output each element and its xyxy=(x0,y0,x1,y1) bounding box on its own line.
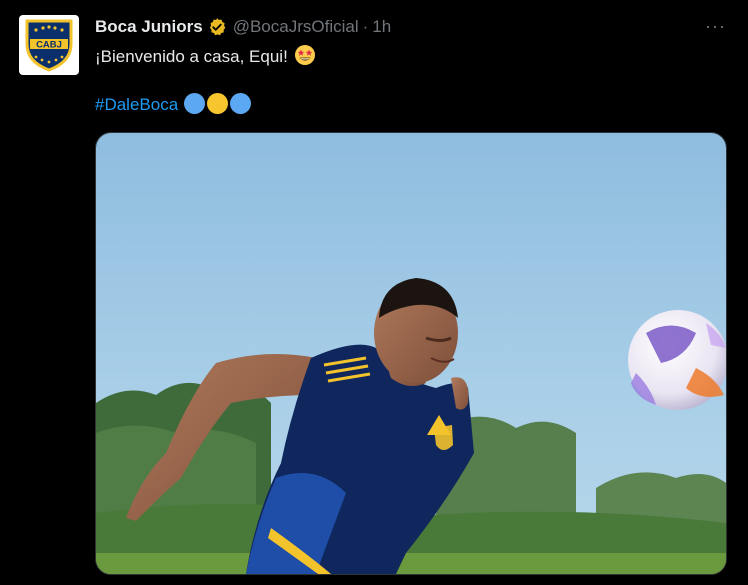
more-options-icon[interactable]: ··· xyxy=(705,16,726,37)
separator-dot: · xyxy=(362,17,369,36)
star-struck-emoji-icon xyxy=(294,44,316,72)
tweet-text-line: ¡Bienvenido a casa, Equi! xyxy=(95,44,316,72)
boca-crest-logo: CABJ xyxy=(25,19,73,72)
author-handle[interactable]: @BocaJrsOficial xyxy=(233,17,359,37)
yellow-circle-icon xyxy=(207,93,229,114)
blue-circle-icon xyxy=(230,93,252,114)
tweet-header: Boca Juniors @BocaJrsOficial · 1h xyxy=(95,15,728,39)
avatar[interactable]: CABJ xyxy=(19,15,79,75)
tweet-photo[interactable] xyxy=(95,132,727,575)
author-name[interactable]: Boca Juniors xyxy=(95,17,203,37)
verified-badge-icon[interactable] xyxy=(207,17,227,37)
tweet-timestamp[interactable]: 1h xyxy=(372,17,391,37)
soccer-ball xyxy=(628,310,726,410)
crest-text: CABJ xyxy=(36,40,62,51)
hashtag-link[interactable]: #DaleBoca xyxy=(95,95,178,114)
blue-circle-icon xyxy=(184,93,206,114)
hashtag-emojis xyxy=(184,93,252,114)
player-photo-image xyxy=(96,133,726,574)
hashtag-line: #DaleBoca xyxy=(95,93,252,116)
tweet-text: ¡Bienvenido a casa, Equi! xyxy=(95,47,288,66)
tweet[interactable]: CABJ Boca Juniors @BocaJrsOficial · 1h ·… xyxy=(0,0,748,585)
